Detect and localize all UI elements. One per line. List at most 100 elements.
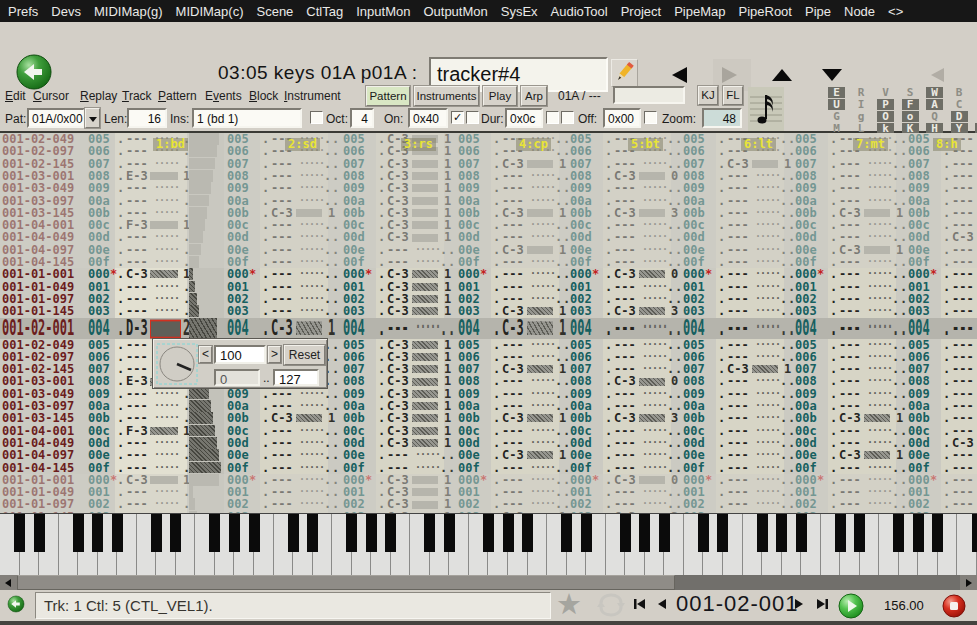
tracker-menu-block[interactable]: Block: [249, 89, 278, 103]
menu-item-midimapc[interactable]: MIDIMap(c): [176, 4, 244, 19]
record-button[interactable]: [942, 594, 966, 618]
tracker-menu-cursor[interactable]: Cursor: [33, 89, 69, 103]
min-field[interactable]: 0: [214, 369, 260, 386]
velocity-popup[interactable]: < 100 > Reset 0 .. 127: [152, 338, 328, 389]
piano-black-key[interactable]: [893, 514, 904, 552]
piano-black-key[interactable]: [151, 514, 162, 552]
menu-item-[interactable]: <>: [888, 4, 903, 19]
piano-black-key[interactable]: [366, 514, 377, 552]
tracker-row[interactable]: 001-01-001000*.C-31000*.---·····..000*.C…: [0, 268, 977, 280]
play-transport-button[interactable]: [838, 593, 864, 619]
track-header-2-sd[interactable]: 2:sd: [285, 138, 320, 151]
tracker-row[interactable]: 001-02-001004.D-32004.C-31004.---·····..…: [0, 318, 977, 339]
back-mini-button[interactable]: [7, 595, 25, 613]
piano-black-key[interactable]: [659, 514, 670, 552]
piano-black-key[interactable]: [112, 514, 123, 552]
piano-black-key[interactable]: [932, 514, 943, 552]
track-header-7-mt[interactable]: 7:mt: [853, 138, 888, 151]
piano-black-key[interactable]: [288, 514, 299, 552]
piano-black-key[interactable]: [170, 514, 181, 552]
fl-button[interactable]: FL: [723, 86, 743, 105]
piano-black-key[interactable]: [307, 514, 318, 552]
zoom-field[interactable]: 48: [702, 108, 742, 128]
piano-black-key[interactable]: [913, 514, 924, 552]
piano-black-key[interactable]: [346, 514, 357, 552]
next-icon[interactable]: [793, 597, 805, 611]
tracker-row[interactable]: 001-03-14500b.---·····.00b.C-3100b.C-310…: [0, 412, 977, 424]
up-arrow-icon[interactable]: [772, 69, 792, 81]
max-field[interactable]: 127: [273, 369, 319, 386]
tracker-menu-track[interactable]: Track: [122, 89, 152, 103]
position-field[interactable]: [613, 86, 685, 104]
tracker-menu-edit[interactable]: Edit: [5, 89, 26, 103]
menu-item-piperoot[interactable]: PipeRoot: [738, 4, 791, 19]
piano-black-key[interactable]: [835, 514, 846, 552]
menu-item-sysex[interactable]: SysEx: [501, 4, 538, 19]
off-checkbox[interactable]: [644, 111, 657, 124]
piano-black-key[interactable]: [249, 514, 260, 552]
track-header-1-bd[interactable]: 1:bd: [153, 138, 188, 151]
tracker-menu-events[interactable]: Events: [205, 89, 242, 103]
pattern-toggle-button[interactable]: Pattern: [366, 86, 410, 106]
star-icon[interactable]: ★: [556, 587, 582, 621]
pat-combo-arrow[interactable]: [85, 108, 100, 128]
track-header-5-bt[interactable]: 5:bt: [628, 138, 663, 151]
track-header-4-cp[interactable]: 4:cp: [516, 138, 551, 151]
piano-black-key[interactable]: [639, 514, 650, 552]
menu-item-pipemap[interactable]: PipeMap: [674, 4, 725, 19]
menu-item-project[interactable]: Project: [621, 4, 661, 19]
play-button[interactable]: Play: [483, 86, 517, 106]
piano-black-key[interactable]: [522, 514, 533, 552]
piano-black-key[interactable]: [698, 514, 709, 552]
instruments-button[interactable]: Instruments: [414, 86, 479, 106]
piano-black-key[interactable]: [581, 514, 592, 552]
rename-button[interactable]: [611, 59, 638, 87]
track-header-8-h[interactable]: 8:h: [933, 138, 961, 151]
value-field[interactable]: 100: [214, 345, 266, 364]
piano-black-key[interactable]: [92, 514, 103, 552]
increment-button[interactable]: >: [268, 346, 281, 363]
skip-start-icon[interactable]: [633, 597, 647, 611]
piano-black-key[interactable]: [34, 514, 45, 552]
dur-checkbox-2[interactable]: [561, 111, 574, 124]
track-header-3-rs[interactable]: 3:rs: [401, 138, 436, 151]
piano-black-key[interactable]: [424, 514, 435, 552]
len-field[interactable]: 16: [127, 108, 167, 128]
menu-item-midimapg[interactable]: MIDIMap(g): [94, 4, 163, 19]
on-field[interactable]: 0x40: [408, 108, 448, 128]
piano-black-key[interactable]: [209, 514, 220, 552]
piano-black-key[interactable]: [561, 514, 572, 552]
piano-black-key[interactable]: [444, 514, 455, 552]
decrement-button[interactable]: <: [199, 346, 212, 363]
tracker-menu-replay[interactable]: Replay: [80, 89, 117, 103]
tracker-row[interactable]: 001-04-09700e.---·····.00e.---·····..00e…: [0, 449, 977, 461]
menu-item-pipe[interactable]: Pipe: [805, 4, 831, 19]
piano-black-key[interactable]: [972, 514, 977, 552]
knob-control[interactable]: [156, 343, 198, 385]
piano-black-key[interactable]: [385, 514, 396, 552]
menu-item-ctltag[interactable]: CtlTag: [306, 4, 343, 19]
prev-icon[interactable]: [656, 597, 668, 611]
oct-field[interactable]: 4: [350, 108, 374, 128]
loop-icon[interactable]: [595, 593, 627, 617]
tracker-menu-pattern[interactable]: Pattern: [158, 89, 197, 103]
piano-black-key[interactable]: [776, 514, 787, 552]
scroll-left-button[interactable]: [0, 575, 17, 590]
on-checkbox-2[interactable]: [466, 111, 479, 124]
down-arrow-icon[interactable]: [822, 69, 842, 81]
piano-black-key[interactable]: [229, 514, 240, 552]
dur-field[interactable]: 0x0c: [505, 108, 543, 128]
prev-arrow-icon[interactable]: [672, 67, 687, 83]
piano-black-key[interactable]: [483, 514, 494, 552]
on-checkbox-1[interactable]: ✓: [451, 111, 464, 124]
ins-field[interactable]: 1 (bd 1): [192, 108, 302, 128]
piano-black-key[interactable]: [757, 514, 768, 552]
dur-checkbox-1[interactable]: [546, 111, 559, 124]
menu-item-inputmon[interactable]: InputMon: [356, 4, 410, 19]
piano-black-key[interactable]: [620, 514, 631, 552]
arp-button[interactable]: Arp: [521, 86, 547, 106]
piano-black-key[interactable]: [14, 514, 25, 552]
piano-black-key[interactable]: [854, 514, 865, 552]
piano-black-key[interactable]: [717, 514, 728, 552]
piano-black-key[interactable]: [796, 514, 807, 552]
